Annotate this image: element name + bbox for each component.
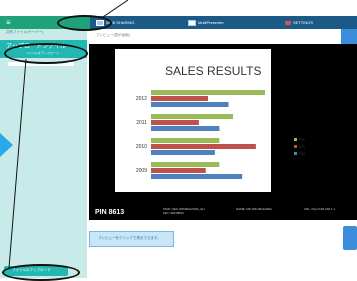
annotation-lines: [8, 0, 129, 269]
